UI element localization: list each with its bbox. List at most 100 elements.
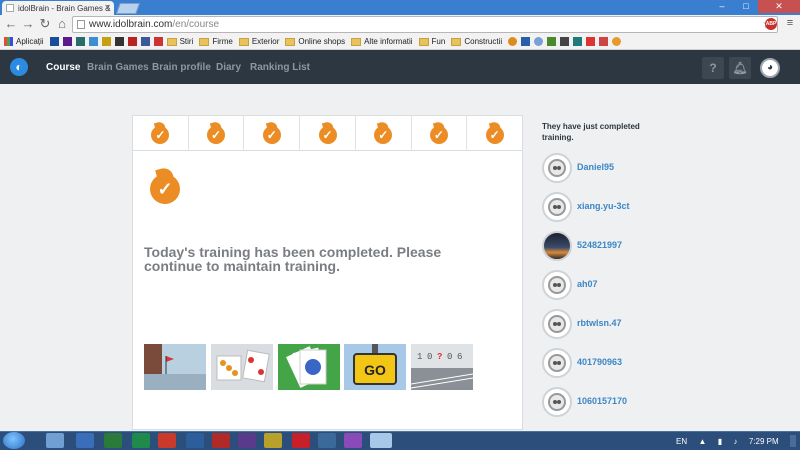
bookmark-icon[interactable] [127, 37, 137, 46]
taskbar-app-icon[interactable] [292, 433, 310, 448]
tray-arrow-icon[interactable]: ▲ [698, 437, 706, 446]
bookmark-folder-exterior[interactable]: Exterior [238, 37, 279, 46]
user-avatar[interactable]: ◕ [760, 58, 780, 78]
chrome-taskbar-icon[interactable] [46, 433, 64, 448]
clock[interactable]: 7:29 PM [749, 437, 779, 446]
back-icon[interactable]: ← [4, 17, 18, 31]
user-avatar-icon[interactable] [542, 153, 572, 183]
taskbar-app-icon[interactable] [370, 433, 392, 448]
taskbar-app-icon[interactable] [318, 433, 336, 448]
bookmark-icon[interactable] [586, 37, 596, 46]
completed-user-item[interactable]: 401790963 [542, 348, 692, 378]
completed-user-item[interactable]: 524821997 [542, 231, 692, 261]
bookmark-icon[interactable] [612, 37, 622, 46]
user-avatar-icon[interactable] [542, 309, 572, 339]
user-name-link[interactable]: Daniel95 [577, 162, 614, 172]
bookmark-folder-online-shops[interactable]: Online shops [285, 37, 345, 46]
bookmark-icon[interactable] [547, 37, 557, 46]
adblock-icon[interactable]: ABP [765, 18, 777, 30]
user-name-link[interactable]: xiang.yu-3ct [577, 201, 630, 211]
bookmark-icon[interactable] [599, 37, 609, 46]
taskbar-app-icon[interactable] [158, 433, 176, 448]
reload-icon[interactable]: ↻ [38, 17, 52, 31]
bookmark-icon[interactable] [49, 37, 59, 46]
maximize-icon[interactable]: □ [734, 0, 758, 13]
chrome-menu-icon[interactable]: ≡ [784, 18, 796, 30]
bookmark-icon[interactable] [521, 37, 531, 46]
new-tab-button[interactable] [115, 3, 141, 14]
taskbar-app-icon[interactable] [344, 433, 362, 448]
bookmark-icon[interactable] [508, 37, 518, 46]
bookmark-icon[interactable] [88, 37, 98, 46]
close-tab-icon[interactable]: ✕ [104, 3, 111, 12]
completed-user-item[interactable]: Daniel95 [542, 153, 692, 183]
minimize-icon[interactable]: – [710, 0, 734, 13]
show-desktop-button[interactable] [789, 435, 796, 447]
bookmark-apps[interactable]: Aplicații [4, 37, 44, 46]
home-icon[interactable]: ⌂ [55, 17, 69, 31]
folder-icon [285, 37, 296, 46]
start-button-icon[interactable] [3, 432, 25, 449]
taskbar-app-icon[interactable] [104, 433, 122, 448]
game-thumbnail-go-sign[interactable]: GO [344, 344, 406, 390]
bookmark-icon[interactable] [153, 37, 163, 46]
language-indicator[interactable]: EN [676, 437, 687, 446]
nav-brain-profile[interactable]: Brain profile [152, 62, 211, 73]
game-thumbnail-dice[interactable] [211, 344, 273, 390]
idolbrain-logo-icon[interactable]: ◐ [10, 58, 28, 76]
flame-check-icon: ✓ [485, 120, 505, 144]
taskbar-app-icon[interactable] [132, 433, 150, 448]
bookmark-icon[interactable] [560, 37, 570, 46]
user-name-link[interactable]: 524821997 [577, 240, 622, 250]
taskbar-app-icon[interactable] [212, 433, 230, 448]
completed-user-item[interactable]: ah07 [542, 270, 692, 300]
bookmark-icon[interactable] [573, 37, 583, 46]
taskbar-app-icon[interactable] [186, 433, 204, 448]
game-thumbnail-flag[interactable] [144, 344, 206, 390]
user-name-link[interactable]: 401790963 [577, 357, 622, 367]
bookmark-folder-fun[interactable]: Fun [418, 37, 445, 46]
bookmark-folder-constructii[interactable]: Constructii [451, 37, 502, 46]
help-button[interactable]: ? [702, 57, 724, 79]
bookmark-icon[interactable] [75, 37, 85, 46]
taskbar-app-icon[interactable] [76, 433, 94, 448]
completed-user-item[interactable]: rbtwlsn.47 [542, 309, 692, 339]
game-thumbnail-number-sequence[interactable]: 1 0 ? 0 6 [410, 344, 474, 390]
bookmark-icon[interactable] [534, 37, 544, 46]
browser-tab[interactable]: idolBrain - Brain Games & ✕ [2, 1, 114, 15]
user-avatar-icon[interactable] [542, 192, 572, 222]
bookmark-folder-firme[interactable]: Firme [199, 37, 233, 46]
taskbar-app-icon[interactable] [264, 433, 282, 448]
user-name-link[interactable]: ah07 [577, 279, 598, 289]
volume-icon[interactable]: ♪ [733, 437, 737, 446]
forward-icon[interactable]: → [21, 17, 35, 31]
notification-bell-icon[interactable]: 🔔︎ [729, 57, 751, 79]
game-thumbnail-cards[interactable] [278, 344, 340, 390]
url-path: /en/course [172, 19, 220, 30]
user-avatar-icon[interactable] [542, 270, 572, 300]
network-icon[interactable]: ▮ [718, 437, 722, 446]
yahoo-icon[interactable] [62, 37, 72, 46]
nav-ranking-list[interactable]: Ranking List [250, 62, 310, 73]
close-window-icon[interactable]: ✕ [758, 0, 800, 13]
user-name-link[interactable]: 1060157170 [577, 396, 627, 406]
taskbar-app-icon[interactable] [238, 433, 256, 448]
folder-icon [166, 37, 177, 46]
user-avatar-icon[interactable] [542, 387, 572, 417]
window-controls: – □ ✕ [710, 0, 800, 13]
bookmark-icon[interactable] [114, 37, 124, 46]
user-avatar-icon[interactable] [542, 231, 572, 261]
nav-brain-games[interactable]: Brain Games [87, 62, 149, 73]
nav-diary[interactable]: Diary [216, 62, 241, 73]
facebook-icon[interactable] [140, 37, 150, 46]
bookmark-folder-stiri[interactable]: Stiri [166, 37, 193, 46]
completed-user-item[interactable]: xiang.yu-3ct [542, 192, 692, 222]
bookmark-folder-alte-informatii[interactable]: Alte informatii [351, 37, 413, 46]
user-avatar-icon[interactable] [542, 348, 572, 378]
nav-course[interactable]: Course [46, 62, 80, 73]
bookmark-icon[interactable] [101, 37, 111, 46]
apps-icon [4, 37, 13, 46]
address-bar[interactable]: www.idolbrain.com/en/course ☆ [72, 16, 778, 33]
completed-user-item[interactable]: 1060157170 [542, 387, 692, 417]
user-name-link[interactable]: rbtwlsn.47 [577, 318, 622, 328]
